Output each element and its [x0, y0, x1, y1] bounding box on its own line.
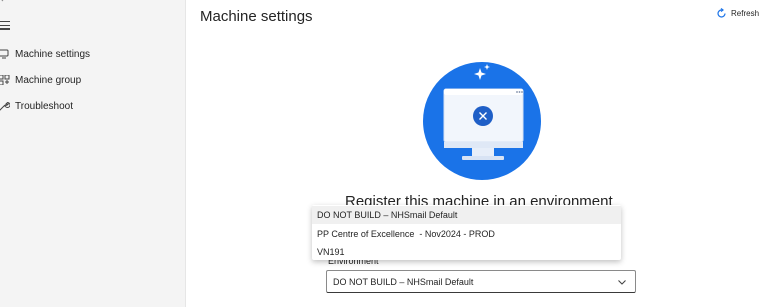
sidebar-item-label: Troubleshoot: [15, 100, 73, 112]
environment-value: DO NOT BUILD – NHSmail Default: [333, 276, 474, 287]
environment-option[interactable]: PP Centre of Excellence - Nov2024 - PROD: [312, 225, 621, 243]
chevron-down-icon: [617, 277, 627, 289]
wrench-icon: [0, 100, 12, 112]
environment-select[interactable]: DO NOT BUILD – NHSmail Default: [326, 270, 636, 293]
sidebar-item-label: Machine group: [15, 74, 82, 86]
refresh-button[interactable]: Refresh: [716, 8, 759, 19]
sidebar-item-troubleshoot[interactable]: Troubleshoot: [0, 95, 186, 117]
refresh-icon: [716, 8, 727, 19]
arrow-left-icon[interactable]: [0, 0, 10, 8]
environment-dropdown-list: DO NOT BUILD – NHSmail Default PP Centre…: [312, 205, 621, 260]
group-icon: [0, 74, 12, 86]
refresh-label: Refresh: [731, 9, 760, 18]
page-title: Machine settings: [200, 8, 313, 25]
sidebar: Machine settings Machine group Troublesh…: [0, 0, 186, 307]
sidebar-item-label: Machine settings: [15, 48, 91, 60]
sidebar-item-machine-group[interactable]: Machine group: [0, 69, 186, 91]
sidebar-item-machine-settings[interactable]: Machine settings: [0, 43, 186, 65]
monitor-icon: [0, 48, 12, 60]
environment-option[interactable]: VN191: [312, 243, 621, 261]
environment-option[interactable]: DO NOT BUILD – NHSmail Default: [312, 206, 621, 224]
hamburger-icon[interactable]: [0, 21, 10, 31]
machine-error-illustration: [418, 60, 547, 180]
